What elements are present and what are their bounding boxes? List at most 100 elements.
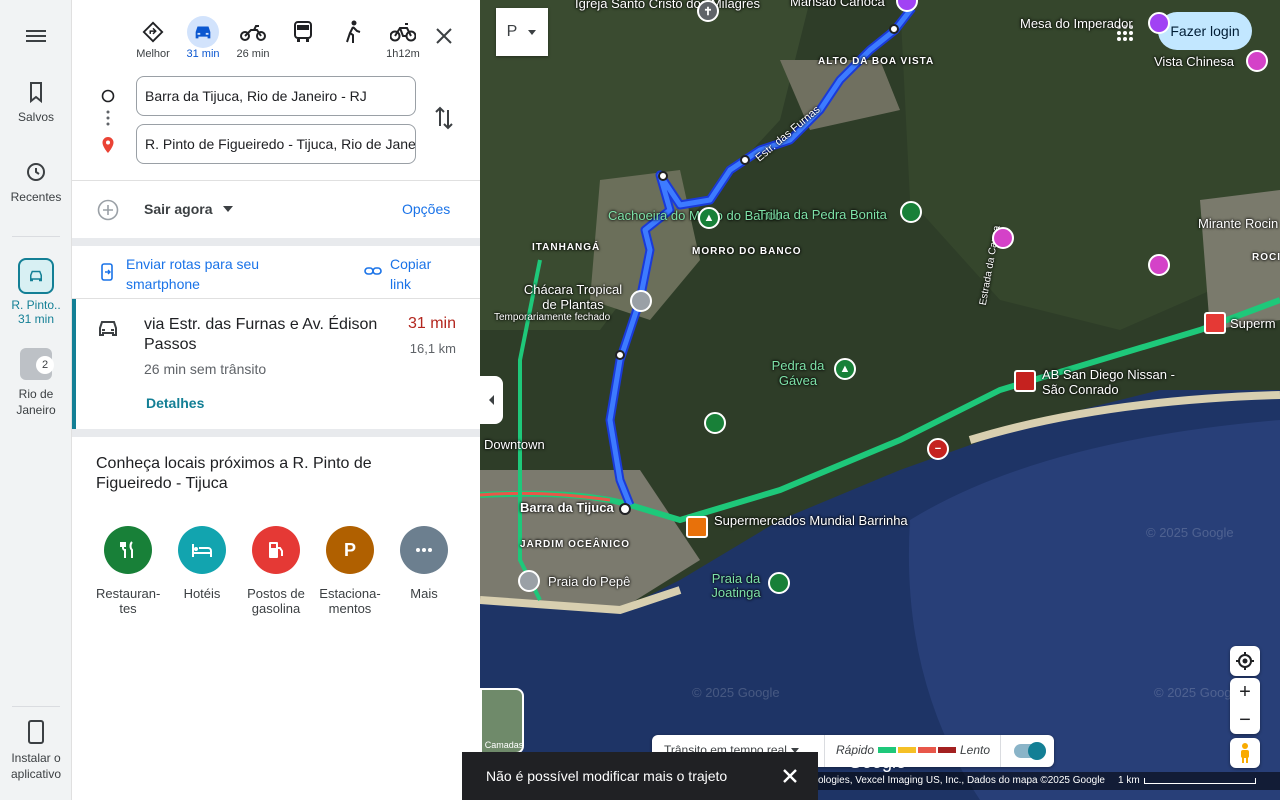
map-label: Pedra da Gávea	[771, 358, 825, 388]
directions-panel: Melhor 31 min 26 min 1h12m Barra da Tiju…	[72, 0, 480, 800]
map-label: Supermercados Mundial Barrinha	[714, 513, 908, 528]
phone-icon	[28, 720, 44, 744]
recents-button[interactable]: Recentes	[0, 160, 72, 204]
grocery-pin-icon[interactable]	[686, 516, 708, 538]
hotel-pin-icon[interactable]	[992, 227, 1014, 249]
map-label: Temporariamente fechado	[494, 312, 611, 323]
swap-icon[interactable]	[432, 104, 456, 132]
mode-best[interactable]: Melhor	[128, 16, 178, 60]
mode-car[interactable]: 31 min	[178, 16, 228, 60]
add-stop-icon[interactable]	[96, 198, 120, 222]
route-distance: 16,1 km	[409, 341, 456, 356]
traffic-toggle[interactable]	[1014, 742, 1046, 760]
lock-pin-icon[interactable]	[630, 290, 652, 312]
mode-label: Melhor	[136, 48, 170, 60]
mode-transit[interactable]	[278, 16, 328, 48]
road-closure-icon[interactable]: −	[927, 438, 949, 460]
caret-down-icon	[528, 30, 537, 35]
recent-trip-label: R. Pinto..	[11, 298, 61, 312]
street-view-pegman[interactable]	[1230, 738, 1260, 768]
scale-label[interactable]: 1 km	[1118, 772, 1140, 790]
saved-button[interactable]: Salvos	[0, 80, 72, 124]
recent-place-item[interactable]: 2 Rio de Janeiro	[0, 348, 72, 418]
destination-input[interactable]: R. Pinto de Figueiredo - Tijuca, Rio de …	[136, 124, 416, 164]
menu-button[interactable]	[22, 22, 50, 50]
map-label: ITANHANGÁ	[532, 242, 601, 253]
collapse-panel-button[interactable]	[480, 376, 503, 424]
depart-time-dropdown[interactable]: Sair agora	[144, 201, 234, 217]
hiking-pin-icon[interactable]	[900, 201, 922, 223]
tree-pin-icon[interactable]: ▲	[698, 207, 720, 229]
route-dots-icon	[106, 110, 110, 126]
nearby-hotels[interactable]: Hotéis	[170, 526, 234, 601]
zoom-control: + −	[1230, 678, 1260, 734]
route-option-card[interactable]: via Estr. das Furnas e Av. Édison Passos…	[72, 299, 480, 429]
origin-input[interactable]: Barra da Tijuca, Rio de Janeiro - RJ	[136, 76, 416, 116]
snackbar: Não é possível modificar mais o trajeto	[462, 752, 818, 800]
map-label: MORRO DO BANCO	[692, 246, 802, 257]
zoom-in-button[interactable]: +	[1230, 678, 1260, 706]
chevron-left-icon	[488, 395, 494, 405]
map-type-toggle[interactable]: P	[496, 8, 548, 56]
map-label: Praia da Joatinga	[711, 571, 761, 600]
section-divider	[72, 429, 480, 437]
hotel-pin-icon[interactable]	[1148, 254, 1170, 276]
slow-label: Lento	[960, 743, 991, 757]
rail-divider	[12, 236, 60, 237]
selected-route-bar	[72, 299, 76, 429]
mode-walk[interactable]	[328, 16, 378, 48]
map-label: AB San Diego Nissan - São Conrado	[1042, 367, 1175, 397]
toggle-knob	[1028, 742, 1046, 760]
nearby-gas-stations[interactable]: Postos de gasolina	[244, 526, 308, 616]
close-icon[interactable]	[782, 768, 798, 784]
mountain-pin-icon[interactable]: ▲	[834, 358, 856, 380]
sign-in-button[interactable]: Fazer login	[1158, 12, 1252, 50]
send-to-phone-link[interactable]: Enviar rotas para seu smartphone	[126, 254, 306, 294]
caret-down-icon	[223, 206, 234, 212]
scale-bar	[1144, 778, 1256, 784]
picnic-pin-icon[interactable]	[704, 412, 726, 434]
install-label: Instalar o aplicativo	[10, 751, 62, 781]
history-icon	[27, 163, 45, 181]
bicycle-icon	[390, 23, 416, 42]
supermarket-pin-icon[interactable]	[1204, 312, 1226, 334]
camera-pin-icon[interactable]	[1246, 50, 1268, 72]
beach-pin-icon[interactable]	[768, 572, 790, 594]
mode-label: 1h12m	[386, 48, 420, 60]
layers-button[interactable]: Camadas	[480, 688, 524, 754]
saved-label: Salvos	[17, 110, 55, 124]
nearby-more[interactable]: Mais	[392, 526, 456, 601]
recent-trip-time: 31 min	[17, 312, 55, 326]
beach-pin-icon[interactable]	[518, 570, 540, 592]
close-directions-button[interactable]	[430, 22, 458, 50]
mode-motorcycle[interactable]: 26 min	[228, 16, 278, 60]
map-view[interactable]: P Fazer login Igreja Santo Cristo dos Mi…	[480, 0, 1280, 800]
nearby-restaurants[interactable]: Restauran-tes	[96, 526, 160, 616]
church-pin-icon[interactable]: ✝	[697, 0, 719, 22]
depart-label: Sair agora	[144, 201, 213, 217]
nearby-parking[interactable]: P Estaciona-mentos	[318, 526, 382, 616]
install-app-button[interactable]: Instalar o aplicativo	[0, 720, 72, 782]
route-details-button[interactable]: Detalhes	[146, 395, 204, 411]
my-location-button[interactable]	[1230, 646, 1260, 676]
location-target-icon	[1236, 652, 1254, 670]
map-label: Vista Chinesa	[1154, 54, 1234, 69]
car-dealer-pin-icon[interactable]	[1014, 370, 1036, 392]
viewpoint-pin-icon[interactable]	[1148, 12, 1170, 34]
recent-trip-item[interactable]: R. Pinto.. 31 min	[0, 258, 72, 326]
mode-bicycle[interactable]: 1h12m	[378, 16, 428, 60]
copy-link-button[interactable]: Copiar link	[390, 254, 450, 294]
watermark: © 2025 Google	[1154, 685, 1242, 700]
recents-label: Recentes	[10, 190, 62, 204]
diamond-direction-icon	[142, 21, 164, 43]
options-button[interactable]: Opções	[402, 201, 450, 217]
zoom-out-button[interactable]: −	[1230, 706, 1260, 734]
recent-place-label: Rio de Janeiro	[16, 387, 56, 417]
divider	[72, 180, 480, 181]
walking-icon	[346, 20, 361, 43]
link-icon	[364, 267, 382, 275]
rail-divider	[12, 706, 60, 707]
layers-label: Camadas	[484, 740, 524, 750]
mode-label: 31 min	[186, 48, 220, 60]
map-label: Igreja Santo Cristo dos Milagres	[575, 0, 760, 11]
